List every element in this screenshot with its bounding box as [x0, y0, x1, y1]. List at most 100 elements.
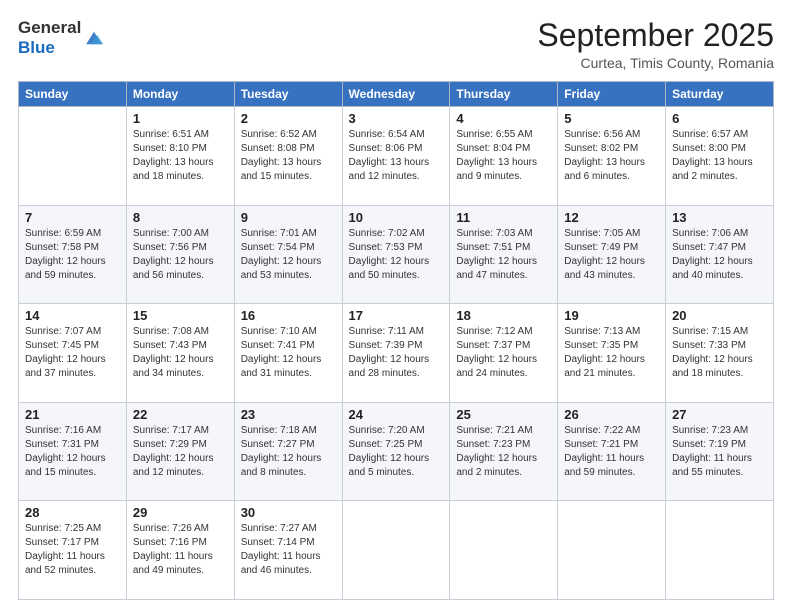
day-number: 3 [349, 111, 444, 126]
day-info: Sunrise: 7:08 AMSunset: 7:43 PMDaylight:… [133, 325, 228, 381]
header: General Blue September 2025 Curtea, Timi… [18, 18, 774, 71]
page: General Blue September 2025 Curtea, Timi… [0, 0, 792, 612]
day-info: Sunrise: 7:23 AMSunset: 7:19 PMDaylight:… [672, 424, 767, 480]
day-number: 24 [349, 407, 444, 422]
day-number: 14 [25, 308, 120, 323]
day-number: 27 [672, 407, 767, 422]
calendar-cell: 23 Sunrise: 7:18 AMSunset: 7:27 PMDayligh… [234, 402, 342, 501]
logo-text: General Blue [18, 18, 81, 57]
calendar-cell: 11 Sunrise: 7:03 AMSunset: 7:51 PMDayligh… [450, 205, 558, 304]
calendar-cell: 6Sunrise: 6:57 AMSunset: 8:00 PMDaylight… [666, 107, 774, 206]
weekday-header-wednesday: Wednesday [342, 82, 450, 107]
day-number: 8 [133, 210, 228, 225]
day-number: 7 [25, 210, 120, 225]
calendar-cell: 21 Sunrise: 7:16 AMSunset: 7:31 PMDayligh… [19, 402, 127, 501]
weekday-header-row: SundayMondayTuesdayWednesdayThursdayFrid… [19, 82, 774, 107]
day-info: Sunrise: 6:56 AMSunset: 8:02 PMDaylight:… [564, 128, 659, 184]
calendar-cell: 29 Sunrise: 7:26 AMSunset: 7:16 PMDayligh… [126, 501, 234, 600]
week-row-2: 7 Sunrise: 6:59 AMSunset: 7:58 PMDaylight… [19, 205, 774, 304]
day-info: Sunrise: 7:21 AMSunset: 7:23 PMDaylight:… [456, 424, 551, 480]
calendar-cell: 15 Sunrise: 7:08 AMSunset: 7:43 PMDayligh… [126, 304, 234, 403]
day-info: Sunrise: 6:52 AMSunset: 8:08 PMDaylight:… [241, 128, 336, 184]
day-info: Sunrise: 7:01 AMSunset: 7:54 PMDaylight:… [241, 227, 336, 283]
day-info: Sunrise: 7:07 AMSunset: 7:45 PMDaylight:… [25, 325, 120, 381]
calendar-cell: 10 Sunrise: 7:02 AMSunset: 7:53 PMDayligh… [342, 205, 450, 304]
day-info: Sunrise: 7:25 AMSunset: 7:17 PMDaylight:… [25, 522, 120, 578]
day-info: Sunrise: 7:27 AMSunset: 7:14 PMDaylight:… [241, 522, 336, 578]
calendar-cell [19, 107, 127, 206]
day-number: 25 [456, 407, 551, 422]
calendar-subtitle: Curtea, Timis County, Romania [537, 55, 774, 71]
day-info: Sunrise: 7:03 AMSunset: 7:51 PMDaylight:… [456, 227, 551, 283]
day-number: 23 [241, 407, 336, 422]
day-info: Sunrise: 6:59 AMSunset: 7:58 PMDaylight:… [25, 227, 120, 283]
calendar-cell: 17Sunrise: 7:11 AMSunset: 7:39 PMDayligh… [342, 304, 450, 403]
week-row-1: 1Sunrise: 6:51 AMSunset: 8:10 PMDaylight… [19, 107, 774, 206]
calendar-cell [450, 501, 558, 600]
title-block: September 2025 Curtea, Timis County, Rom… [537, 18, 774, 71]
day-info: Sunrise: 7:10 AMSunset: 7:41 PMDaylight:… [241, 325, 336, 381]
day-info: Sunrise: 7:15 AMSunset: 7:33 PMDaylight:… [672, 325, 767, 381]
calendar-cell: 5 Sunrise: 6:56 AMSunset: 8:02 PMDaylight… [558, 107, 666, 206]
day-number: 2 [241, 111, 336, 126]
weekday-header-tuesday: Tuesday [234, 82, 342, 107]
calendar-cell: 7 Sunrise: 6:59 AMSunset: 7:58 PMDaylight… [19, 205, 127, 304]
day-info: Sunrise: 7:26 AMSunset: 7:16 PMDaylight:… [133, 522, 228, 578]
calendar-title: September 2025 [537, 18, 774, 53]
calendar-cell [666, 501, 774, 600]
day-number: 18 [456, 308, 551, 323]
day-number: 21 [25, 407, 120, 422]
day-number: 15 [133, 308, 228, 323]
day-number: 9 [241, 210, 336, 225]
weekday-header-thursday: Thursday [450, 82, 558, 107]
day-number: 17 [349, 308, 444, 323]
calendar-cell: 19Sunrise: 7:13 AMSunset: 7:35 PMDayligh… [558, 304, 666, 403]
day-number: 30 [241, 505, 336, 520]
logo: General Blue [18, 18, 105, 57]
day-number: 13 [672, 210, 767, 225]
day-number: 20 [672, 308, 767, 323]
calendar-cell: 26 Sunrise: 7:22 AMSunset: 7:21 PMDayligh… [558, 402, 666, 501]
calendar-cell: 27 Sunrise: 7:23 AMSunset: 7:19 PMDayligh… [666, 402, 774, 501]
day-info: Sunrise: 7:13 AMSunset: 7:35 PMDaylight:… [564, 325, 659, 381]
day-number: 1 [133, 111, 228, 126]
day-number: 10 [349, 210, 444, 225]
day-info: Sunrise: 7:17 AMSunset: 7:29 PMDaylight:… [133, 424, 228, 480]
calendar-cell: 18Sunrise: 7:12 AMSunset: 7:37 PMDayligh… [450, 304, 558, 403]
day-info: Sunrise: 7:16 AMSunset: 7:31 PMDaylight:… [25, 424, 120, 480]
calendar-cell: 3Sunrise: 6:54 AMSunset: 8:06 PMDaylight… [342, 107, 450, 206]
calendar-cell: 9 Sunrise: 7:01 AMSunset: 7:54 PMDaylight… [234, 205, 342, 304]
day-number: 4 [456, 111, 551, 126]
calendar-cell: 2 Sunrise: 6:52 AMSunset: 8:08 PMDaylight… [234, 107, 342, 206]
day-info: Sunrise: 7:00 AMSunset: 7:56 PMDaylight:… [133, 227, 228, 283]
day-info: Sunrise: 7:06 AMSunset: 7:47 PMDaylight:… [672, 227, 767, 283]
weekday-header-monday: Monday [126, 82, 234, 107]
week-row-5: 28Sunrise: 7:25 AMSunset: 7:17 PMDayligh… [19, 501, 774, 600]
calendar-cell [342, 501, 450, 600]
calendar-cell: 30 Sunrise: 7:27 AMSunset: 7:14 PMDayligh… [234, 501, 342, 600]
weekday-header-saturday: Saturday [666, 82, 774, 107]
calendar-cell: 24 Sunrise: 7:20 AMSunset: 7:25 PMDayligh… [342, 402, 450, 501]
day-number: 26 [564, 407, 659, 422]
day-number: 12 [564, 210, 659, 225]
calendar-cell: 25 Sunrise: 7:21 AMSunset: 7:23 PMDayligh… [450, 402, 558, 501]
day-number: 6 [672, 111, 767, 126]
week-row-3: 14 Sunrise: 7:07 AMSunset: 7:45 PMDayligh… [19, 304, 774, 403]
logo-icon [83, 27, 105, 49]
calendar-table: SundayMondayTuesdayWednesdayThursdayFrid… [18, 81, 774, 600]
day-number: 5 [564, 111, 659, 126]
calendar-cell: 16 Sunrise: 7:10 AMSunset: 7:41 PMDayligh… [234, 304, 342, 403]
calendar-cell: 14 Sunrise: 7:07 AMSunset: 7:45 PMDayligh… [19, 304, 127, 403]
day-number: 16 [241, 308, 336, 323]
calendar-cell: 20 Sunrise: 7:15 AMSunset: 7:33 PMDayligh… [666, 304, 774, 403]
calendar-cell: 28Sunrise: 7:25 AMSunset: 7:17 PMDayligh… [19, 501, 127, 600]
day-info: Sunrise: 7:20 AMSunset: 7:25 PMDaylight:… [349, 424, 444, 480]
day-number: 29 [133, 505, 228, 520]
calendar-cell: 12Sunrise: 7:05 AMSunset: 7:49 PMDayligh… [558, 205, 666, 304]
day-number: 11 [456, 210, 551, 225]
day-info: Sunrise: 7:02 AMSunset: 7:53 PMDaylight:… [349, 227, 444, 283]
week-row-4: 21 Sunrise: 7:16 AMSunset: 7:31 PMDayligh… [19, 402, 774, 501]
day-info: Sunrise: 7:22 AMSunset: 7:21 PMDaylight:… [564, 424, 659, 480]
day-info: Sunrise: 7:18 AMSunset: 7:27 PMDaylight:… [241, 424, 336, 480]
calendar-cell [558, 501, 666, 600]
